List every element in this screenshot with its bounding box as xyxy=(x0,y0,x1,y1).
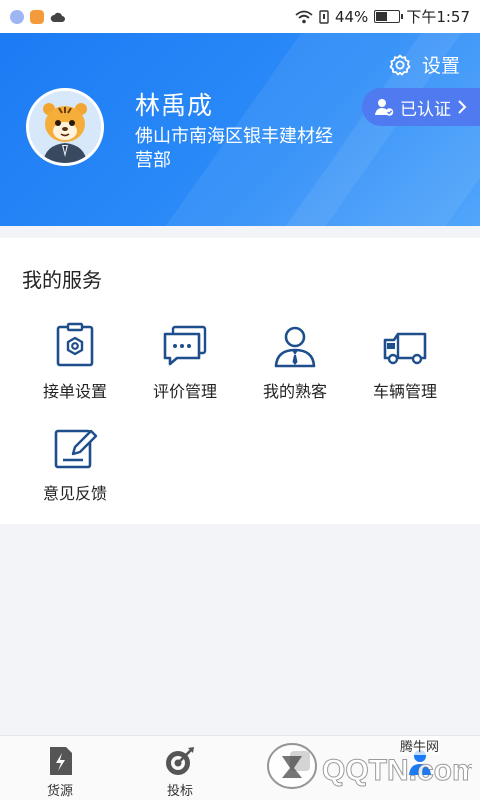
service-regular-customers[interactable]: 我的熟客 xyxy=(240,322,350,402)
tab-label: 投标 xyxy=(166,784,193,799)
tiger-avatar-icon xyxy=(29,91,101,163)
verified-label: 已认证 xyxy=(400,99,451,120)
service-feedback[interactable]: 意见反馈 xyxy=(20,424,130,504)
status-bar-left xyxy=(10,9,66,24)
tab-cargo-source[interactable]: 货源 xyxy=(0,736,120,800)
feedback-icon xyxy=(54,429,98,469)
clock: 下午1:57 xyxy=(406,8,470,26)
service-label: 我的熟客 xyxy=(262,382,327,401)
cargo-source-icon xyxy=(50,747,72,775)
battery-icon xyxy=(374,10,404,23)
tab-bid[interactable]: 投标 xyxy=(120,736,240,800)
avatar[interactable] xyxy=(26,88,104,166)
status-bar: 44% 下午1:57 xyxy=(0,0,480,33)
tab-mine[interactable] xyxy=(360,736,480,800)
bid-target-icon xyxy=(166,747,194,775)
service-review-management[interactable]: 评价管理 xyxy=(130,322,240,402)
tab-label: 货源 xyxy=(46,784,73,799)
service-vehicle-management[interactable]: 车辆管理 xyxy=(350,322,460,402)
user-name: 林禹成 xyxy=(135,91,214,120)
services-panel: 我的服务 接单设置 评价管理 我的熟客 车辆管理 意见反馈 xyxy=(0,238,480,524)
service-label: 接单设置 xyxy=(42,382,107,401)
music-app-icon xyxy=(10,9,24,24)
company-name: 佛山市南海区银丰建材经营部 xyxy=(135,126,333,171)
wifi-icon xyxy=(295,10,313,23)
regular-customers-icon xyxy=(274,326,316,368)
battery-percent: 44% xyxy=(334,7,369,26)
cloud-icon xyxy=(50,12,65,22)
service-label: 车辆管理 xyxy=(372,382,437,401)
verified-badge[interactable]: 已认证 xyxy=(362,88,480,126)
gear-icon xyxy=(389,54,411,75)
services-title: 我的服务 xyxy=(22,268,102,292)
tab-third[interactable] xyxy=(240,736,360,800)
settings-label: 设置 xyxy=(421,55,460,77)
service-label: 评价管理 xyxy=(152,382,217,401)
sim-icon xyxy=(319,9,329,24)
review-management-icon xyxy=(163,325,207,366)
battery-fill xyxy=(376,12,387,21)
tab3-icon xyxy=(290,751,310,771)
tab4-icon xyxy=(409,750,431,775)
orange-app-icon xyxy=(30,9,44,24)
profile-header: 设置 林禹成 佛山市南海区银丰建材经营部 已认证 xyxy=(0,33,480,226)
vehicle-management-icon xyxy=(383,332,427,365)
chevron-right-icon xyxy=(458,100,467,114)
status-bar-right: 44% 下午1:57 xyxy=(295,6,470,27)
settings-button[interactable]: 设置 xyxy=(388,51,460,78)
service-label: 意见反馈 xyxy=(42,484,107,503)
verified-user-icon xyxy=(375,99,394,116)
order-settings-icon xyxy=(56,322,94,367)
bottom-tab-bar: 货源 投标 xyxy=(0,735,480,800)
service-order-settings[interactable]: 接单设置 xyxy=(20,322,130,402)
